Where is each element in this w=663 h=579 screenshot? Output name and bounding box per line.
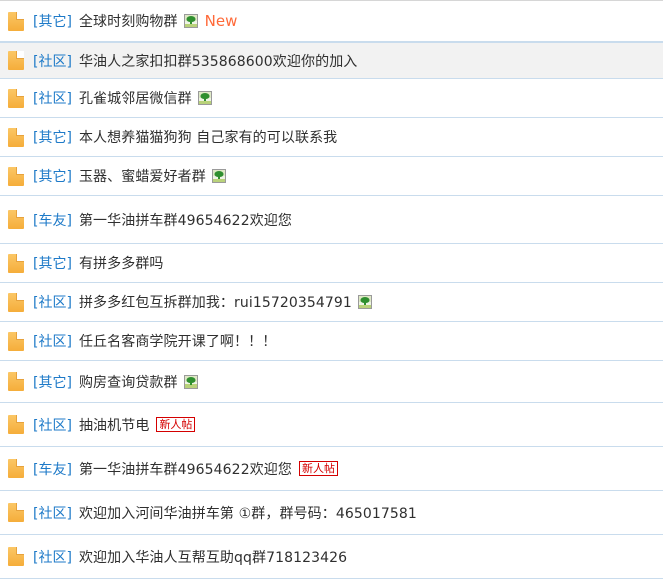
- thread-title-link[interactable]: 有拼多多群吗: [79, 253, 164, 273]
- document-icon: [8, 503, 24, 522]
- thread-title-link[interactable]: 购房查询贷款群: [79, 372, 178, 392]
- thread-title-link[interactable]: 第一华油拼车群49654622欢迎您: [79, 210, 292, 230]
- document-icon: [8, 166, 24, 186]
- thread-row[interactable]: [社区] 欢迎加入华油人互帮互助qq群718123426: [0, 535, 663, 579]
- thread-title-link[interactable]: 第一华油拼车群49654622欢迎您: [79, 459, 292, 479]
- thread-category-link[interactable]: [车友]: [33, 210, 72, 230]
- thread-category-link[interactable]: [社区]: [33, 51, 72, 71]
- image-attachment-icon: [183, 374, 198, 389]
- document-icon: [8, 11, 24, 31]
- thread-row[interactable]: [车友] 第一华油拼车群49654622欢迎您: [0, 196, 663, 244]
- document-icon: [8, 253, 24, 273]
- thread-row[interactable]: [其它] 玉器、蜜蜡爱好者群: [0, 157, 663, 196]
- document-icon: [8, 51, 24, 70]
- thread-category-link[interactable]: [车友]: [33, 459, 72, 479]
- thread-category-link[interactable]: [社区]: [33, 415, 72, 435]
- thread-title-link[interactable]: 本人想养猫猫狗狗 自己家有的可以联系我: [79, 127, 337, 147]
- document-icon: [8, 459, 24, 478]
- thread-title-link[interactable]: 孔雀城邻居微信群: [79, 88, 192, 108]
- thread-category-link[interactable]: [社区]: [33, 331, 72, 351]
- thread-title-link[interactable]: 任丘名客商学院开课了啊！！！: [79, 331, 276, 351]
- thread-category-link[interactable]: [其它]: [33, 253, 72, 273]
- document-icon: [8, 88, 24, 108]
- newbie-post-badge: 新人帖: [156, 417, 196, 432]
- thread-row[interactable]: [社区] 拼多多红包互拆群加我：rui15720354791: [0, 283, 663, 322]
- thread-title-link[interactable]: 全球时刻购物群: [79, 11, 178, 31]
- thread-row[interactable]: [其它] 购房查询贷款群: [0, 361, 663, 403]
- thread-row[interactable]: [其它] 本人想养猫猫狗狗 自己家有的可以联系我: [0, 118, 663, 157]
- thread-category-link[interactable]: [社区]: [33, 292, 72, 312]
- thread-title-link[interactable]: 华油人之家扣扣群535868600欢迎你的加入: [79, 51, 357, 71]
- thread-category-link[interactable]: [其它]: [33, 166, 72, 186]
- thread-row[interactable]: [社区] 孔雀城邻居微信群: [0, 79, 663, 118]
- thread-row[interactable]: [社区] 欢迎加入河间华油拼车第 ①群，群号码：465017581: [0, 491, 663, 535]
- thread-row[interactable]: [其它] 全球时刻购物群 New: [0, 1, 663, 42]
- thread-category-link[interactable]: [其它]: [33, 11, 72, 31]
- document-icon: [8, 547, 24, 566]
- document-icon: [8, 372, 24, 391]
- thread-row[interactable]: [社区] 抽油机节电 新人帖: [0, 403, 663, 447]
- forum-thread-list: [其它] 全球时刻购物群 New [社区] 华油人之家扣扣群535868600欢迎你的加…: [0, 0, 663, 579]
- image-attachment-icon: [197, 91, 212, 105]
- thread-category-link[interactable]: [社区]: [33, 547, 72, 567]
- thread-category-link[interactable]: [社区]: [33, 88, 72, 108]
- document-icon: [8, 127, 24, 147]
- thread-category-link[interactable]: [社区]: [33, 503, 72, 523]
- image-attachment-icon: [211, 169, 226, 183]
- document-icon: [8, 292, 24, 312]
- thread-row[interactable]: [社区] 任丘名客商学院开课了啊！！！: [0, 322, 663, 361]
- thread-row[interactable]: [其它] 有拼多多群吗: [0, 244, 663, 283]
- new-label: New: [204, 12, 238, 30]
- thread-title-link[interactable]: 玉器、蜜蜡爱好者群: [79, 166, 206, 186]
- thread-title-link[interactable]: 欢迎加入华油人互帮互助qq群718123426: [79, 547, 347, 567]
- image-attachment-icon: [357, 295, 372, 309]
- thread-title-link[interactable]: 欢迎加入河间华油拼车第 ①群，群号码：465017581: [79, 503, 417, 523]
- thread-title-link[interactable]: 拼多多红包互拆群加我：rui15720354791: [79, 292, 352, 312]
- thread-row[interactable]: [社区] 华油人之家扣扣群535868600欢迎你的加入: [0, 42, 663, 79]
- thread-row[interactable]: [车友] 第一华油拼车群49654622欢迎您 新人帖: [0, 447, 663, 491]
- document-icon: [8, 331, 24, 351]
- image-attachment-icon: [183, 14, 198, 28]
- newbie-post-badge: 新人帖: [299, 461, 338, 476]
- document-icon: [8, 210, 24, 229]
- thread-category-link[interactable]: [其它]: [33, 127, 72, 147]
- thread-category-link[interactable]: [其它]: [33, 372, 72, 392]
- document-icon: [8, 415, 24, 434]
- thread-title-link[interactable]: 抽油机节电: [79, 415, 150, 435]
